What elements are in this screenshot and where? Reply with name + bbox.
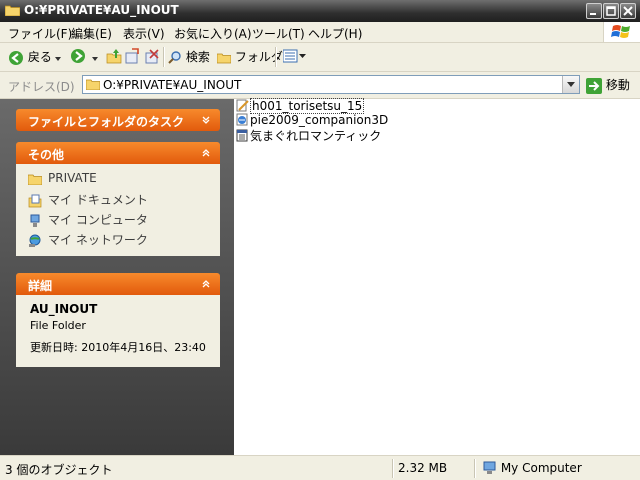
go-arrow-icon (586, 77, 602, 94)
status-divider (474, 459, 476, 478)
status-location: My Computer (481, 461, 582, 475)
details-name: AU_INOUT (30, 302, 98, 316)
my-computer-icon (483, 461, 496, 474)
address-bar: アドレス(D) O:¥PRIVATE¥AU_INOUT 移動 (0, 72, 640, 99)
web-page-icon (236, 113, 248, 126)
up-folder-icon (106, 49, 122, 64)
folder-icon (86, 79, 100, 90)
details-body: AU_INOUT File Folder 更新日時: 2010年4月16日、23… (16, 295, 220, 367)
menu-help[interactable]: ヘルプ(H) (308, 25, 362, 42)
menu-favorites[interactable]: お気に入り(A) (174, 25, 252, 42)
other-place-my-computer[interactable]: マイ コンピュータ (28, 211, 148, 228)
folder-icon (27, 174, 43, 185)
other-place-label: マイ コンピュータ (48, 213, 148, 227)
other-place-label: マイ ネットワーク (48, 233, 148, 247)
move-to-button[interactable] (124, 48, 140, 66)
search-label: 検索 (185, 50, 210, 64)
go-button[interactable]: 移動 (586, 76, 630, 94)
file-folder-tasks-header[interactable]: ファイルとフォルダのタスク (16, 109, 220, 131)
status-object-count: 3 個のオブジェクト (5, 463, 113, 477)
explorer-window: O:¥PRIVATE¥AU_INOUT ファイル(F) 編集(E) 表示(V) … (0, 0, 640, 480)
my-documents-icon (28, 194, 42, 207)
back-button[interactable]: 戻る (8, 48, 52, 66)
file-item[interactable]: h001_torisetsu_15 (236, 98, 365, 114)
views-icon (282, 49, 306, 62)
folder-icon (5, 5, 20, 16)
folders-icon (216, 53, 232, 63)
menu-tools[interactable]: ツール(T) (252, 25, 305, 42)
menu-edit[interactable]: 編集(E) (71, 25, 112, 42)
go-label: 移動 (605, 78, 630, 92)
address-dropdown-button[interactable] (562, 76, 579, 93)
toolbar-separator (275, 47, 277, 67)
address-value: O:¥PRIVATE¥AU_INOUT (103, 78, 242, 92)
close-icon (623, 6, 633, 16)
chevron-down-icon (567, 82, 575, 87)
text-document-icon (236, 129, 248, 142)
other-place-my-documents[interactable]: マイ ドキュメント (28, 191, 148, 208)
search-icon (168, 50, 181, 64)
views-button[interactable] (282, 48, 307, 66)
my-computer-icon (30, 214, 40, 227)
copy-to-button[interactable] (144, 48, 160, 66)
other-places-body: PRIVATE マイ ドキュメント マイ コンピュータ マイ ネットワーク (16, 164, 220, 256)
address-input[interactable]: O:¥PRIVATE¥AU_INOUT (82, 75, 580, 94)
move-to-icon (125, 48, 139, 64)
other-places-title: その他 (28, 148, 65, 162)
file-list[interactable]: h001_torisetsu_15 pie2009_companion3D 気ま… (234, 98, 640, 455)
other-place-my-network[interactable]: マイ ネットワーク (28, 231, 148, 248)
maximize-button[interactable] (603, 3, 619, 19)
copy-to-icon (145, 49, 159, 64)
other-place-label: マイ ドキュメント (48, 193, 148, 207)
task-pane: ファイルとフォルダのタスク その他 PRIVATE マイ ドキュメント マイ コ… (0, 99, 234, 455)
status-size: 2.32 MB (398, 461, 448, 475)
dropdown-arrow-icon (92, 56, 98, 61)
file-folder-tasks-title: ファイルとフォルダのタスク (28, 115, 185, 129)
status-divider (392, 459, 394, 478)
chevron-up-icon (202, 149, 210, 157)
windows-flag-icon (611, 25, 630, 38)
file-name: h001_torisetsu_15 (250, 98, 365, 114)
title-bar[interactable]: O:¥PRIVATE¥AU_INOUT (0, 0, 640, 22)
windows-logo (603, 22, 640, 42)
file-item[interactable]: pie2009_companion3D (236, 113, 388, 127)
window-title: O:¥PRIVATE¥AU_INOUT (24, 3, 179, 17)
menu-view[interactable]: 表示(V) (123, 25, 165, 42)
back-arrow-icon (9, 50, 23, 65)
maximize-icon (606, 6, 616, 16)
status-bar: 3 個のオブジェクト 2.32 MB My Computer (0, 455, 640, 480)
forward-arrow-icon (71, 49, 85, 63)
back-label: 戻る (27, 50, 52, 64)
file-item[interactable]: 気まぐれロマンティック (236, 127, 382, 143)
file-name: pie2009_companion3D (250, 113, 389, 127)
status-location-label: My Computer (500, 461, 582, 475)
chevron-down-icon (202, 116, 210, 124)
document-pencil-icon (236, 99, 249, 112)
details-type: File Folder (30, 319, 86, 332)
menu-bar: ファイル(F) 編集(E) 表示(V) お気に入り(A) ツール(T) ヘルプ(… (0, 22, 640, 43)
minimize-button[interactable] (586, 3, 602, 19)
dropdown-arrow-icon (55, 56, 61, 61)
details-modified: 更新日時: 2010年4月16日、23:40 (30, 341, 206, 354)
toolbar: 戻る 検索 フォルダ (0, 43, 640, 72)
search-button[interactable]: 検索 (168, 48, 210, 66)
menu-file[interactable]: ファイル(F) (8, 25, 72, 42)
folders-button[interactable]: フォルダ (216, 48, 283, 66)
minimize-icon (590, 13, 596, 15)
toolbar-separator (163, 47, 165, 67)
back-dropdown[interactable] (55, 51, 62, 69)
my-network-icon (29, 234, 41, 247)
other-place-private[interactable]: PRIVATE (27, 171, 97, 185)
details-header[interactable]: 詳細 (16, 273, 220, 295)
other-place-label: PRIVATE (48, 171, 97, 185)
close-button[interactable] (620, 3, 636, 19)
other-places-header[interactable]: その他 (16, 142, 220, 164)
details-title: 詳細 (28, 279, 53, 293)
address-label: アドレス(D) (8, 80, 75, 94)
file-name: 気まぐれロマンティック (250, 129, 382, 143)
chevron-up-icon (202, 280, 210, 288)
forward-dropdown[interactable] (92, 51, 99, 69)
up-folder-button[interactable] (106, 48, 122, 66)
forward-button[interactable] (70, 48, 86, 66)
